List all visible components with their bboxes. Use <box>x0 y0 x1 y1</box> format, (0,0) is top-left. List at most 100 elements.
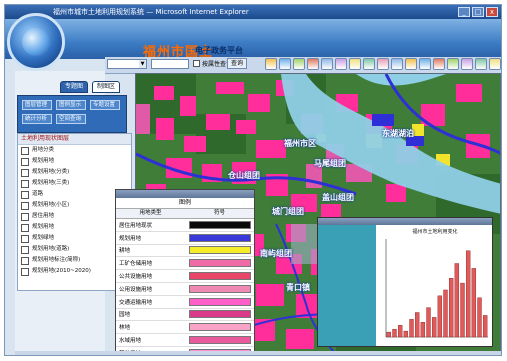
bar-chart: 福州市土地利用变化 <box>376 225 492 346</box>
legend-header: 用地类型 符号 <box>116 209 254 219</box>
layer-list-item[interactable]: 规划用地(三类) <box>18 178 131 189</box>
legend-swatch <box>189 220 251 229</box>
chart-bar <box>426 307 431 338</box>
legend-row: 公共设施用地 <box>116 270 254 283</box>
legend-row-name: 公共设施用地 <box>119 274 153 281</box>
chart-title: 福州市土地利用变化 <box>412 228 457 235</box>
layer-checkbox[interactable] <box>21 157 29 166</box>
legend-row: 工矿仓储用地 <box>116 257 254 271</box>
legend-titlebar[interactable] <box>116 190 254 198</box>
layer-checkbox[interactable] <box>21 179 29 188</box>
minimize-button[interactable]: _ <box>458 7 470 17</box>
layer-label: 规划用地 <box>32 158 55 164</box>
layer-label: 居住用地 <box>32 213 55 219</box>
toolbar-tool-icon[interactable] <box>321 58 333 70</box>
layer-label: 规划用地标注(简称) <box>32 257 81 263</box>
chart-bar <box>482 315 488 338</box>
layer-label: 规划用地(2010~2020) <box>32 268 91 274</box>
layer-checkbox[interactable] <box>21 223 29 232</box>
nav-layer-manage-button[interactable]: 图层管理 <box>22 100 52 110</box>
toolbar-tool-icon[interactable] <box>377 58 389 70</box>
legend-row: 公用设施用地 <box>116 283 254 296</box>
layer-checkbox[interactable] <box>21 190 29 199</box>
search-input[interactable] <box>151 59 189 69</box>
query-checkbox[interactable] <box>193 60 200 67</box>
maximize-button[interactable]: □ <box>472 7 484 17</box>
legend-row-name: 规划用地 <box>119 235 142 242</box>
query-button[interactable]: 查询 <box>227 58 248 69</box>
layer-checkbox[interactable] <box>21 168 29 177</box>
legend-window: 图例 用地类型 符号 居住用地现状 规划用地 耕地 工矿仓储用地 公共设施用地 公用设施用… <box>115 189 255 355</box>
chart-bar <box>471 268 477 338</box>
toolbar-tool-icon[interactable] <box>447 58 459 70</box>
legend-col-symbol: 符号 <box>213 210 225 216</box>
layer-label: 规划用地(小区) <box>32 202 70 208</box>
legend-swatch <box>189 272 251 281</box>
layer-checkbox[interactable] <box>21 212 29 221</box>
toolbar-tool-icon[interactable] <box>279 58 291 70</box>
toolbar-tool-icon[interactable] <box>293 58 305 70</box>
layer-list-item[interactable]: 规划用地(分类) <box>18 167 131 178</box>
legend-swatch <box>189 323 251 332</box>
chart-bar <box>448 278 454 338</box>
chart-bar <box>465 250 471 338</box>
toolbar-tool-icon[interactable] <box>349 58 361 70</box>
nav-thematic-button[interactable]: 专题设置 <box>90 100 120 110</box>
layer-checkbox[interactable] <box>21 234 29 243</box>
toolbar-tool-icon[interactable] <box>461 58 473 70</box>
layer-label: 规划用地(三类) <box>32 180 70 186</box>
legend-row: 水域用地 <box>116 334 254 347</box>
legend-swatch <box>189 297 251 306</box>
layer-checkbox[interactable] <box>21 245 29 254</box>
layer-label: 规划用地(分类) <box>32 169 70 175</box>
layer-checkbox[interactable] <box>21 267 29 276</box>
toolbar-tool-icon[interactable] <box>265 58 277 70</box>
toolbar-tool-icon[interactable] <box>391 58 403 70</box>
toolbar-tool-icon[interactable] <box>335 58 347 70</box>
chart-bar <box>420 322 426 338</box>
legend-row: 林地 <box>116 321 254 335</box>
nav-legend-button[interactable]: 图例显示 <box>56 100 86 110</box>
toolbar-tool-icon[interactable] <box>307 58 319 70</box>
layer-checkbox[interactable] <box>21 256 29 265</box>
layer-list-item[interactable]: 规划用地 <box>18 156 131 167</box>
chart-titlebar[interactable] <box>318 218 492 225</box>
map-label-chengmen: 城门组团 <box>272 207 304 216</box>
window-title: 福州市城市土地利用规划系统 — Microsoft Internet Explo… <box>53 8 249 16</box>
map-label-cangshan: 仓山组团 <box>228 171 260 180</box>
legend-swatch <box>189 246 251 255</box>
chart-bar <box>414 312 420 338</box>
layer-checkbox[interactable] <box>21 201 29 210</box>
toolbar-tool-icon[interactable] <box>433 58 445 70</box>
legend-swatch <box>189 284 251 293</box>
legend-row-name: 公用设施用地 <box>119 286 153 293</box>
toolbar-tool-icon[interactable] <box>489 58 501 70</box>
nav-spatial-query-button[interactable]: 空间查询 <box>56 114 86 124</box>
toolbar-tool-icon[interactable] <box>475 58 487 70</box>
nav-statistics-button[interactable]: 统计分析 <box>22 114 52 124</box>
chart-side-panel <box>318 225 376 346</box>
chart-bar <box>454 263 460 338</box>
map-label-gaishan: 盖山组团 <box>322 193 354 202</box>
window-titlebar: 福州市城市土地利用规划系统 — Microsoft Internet Explo… <box>5 5 501 19</box>
toolbar-tool-icon[interactable] <box>405 58 417 70</box>
tab-mapping[interactable]: 制图区 <box>92 81 121 93</box>
toolbar-tool-icon[interactable] <box>363 58 375 70</box>
legend-row-name: 水域用地 <box>119 338 142 345</box>
app-window: 福州市城市土地利用规划系统 — Microsoft Internet Explo… <box>4 4 502 356</box>
legend-row: 园地 <box>116 309 254 322</box>
map-label-fuzhou: 福州市区 <box>284 139 316 148</box>
layer-select[interactable]: ▼ <box>107 59 147 69</box>
tab-thematic[interactable]: 专题图 <box>60 81 89 93</box>
layer-list-item[interactable]: 用地分类 <box>18 145 131 156</box>
layer-label: 规划用地 <box>32 224 55 230</box>
layer-label: 道路 <box>32 191 44 197</box>
close-button[interactable]: x <box>486 7 498 17</box>
chart-bar <box>437 295 443 338</box>
legend-row-name: 林地 <box>119 325 131 332</box>
chart-bar <box>443 289 448 338</box>
main-toolbar: ▼ 按属性查询 查询 <box>105 57 501 74</box>
chart-bar <box>477 297 482 338</box>
layer-checkbox[interactable] <box>21 146 29 155</box>
toolbar-tool-icon[interactable] <box>419 58 431 70</box>
